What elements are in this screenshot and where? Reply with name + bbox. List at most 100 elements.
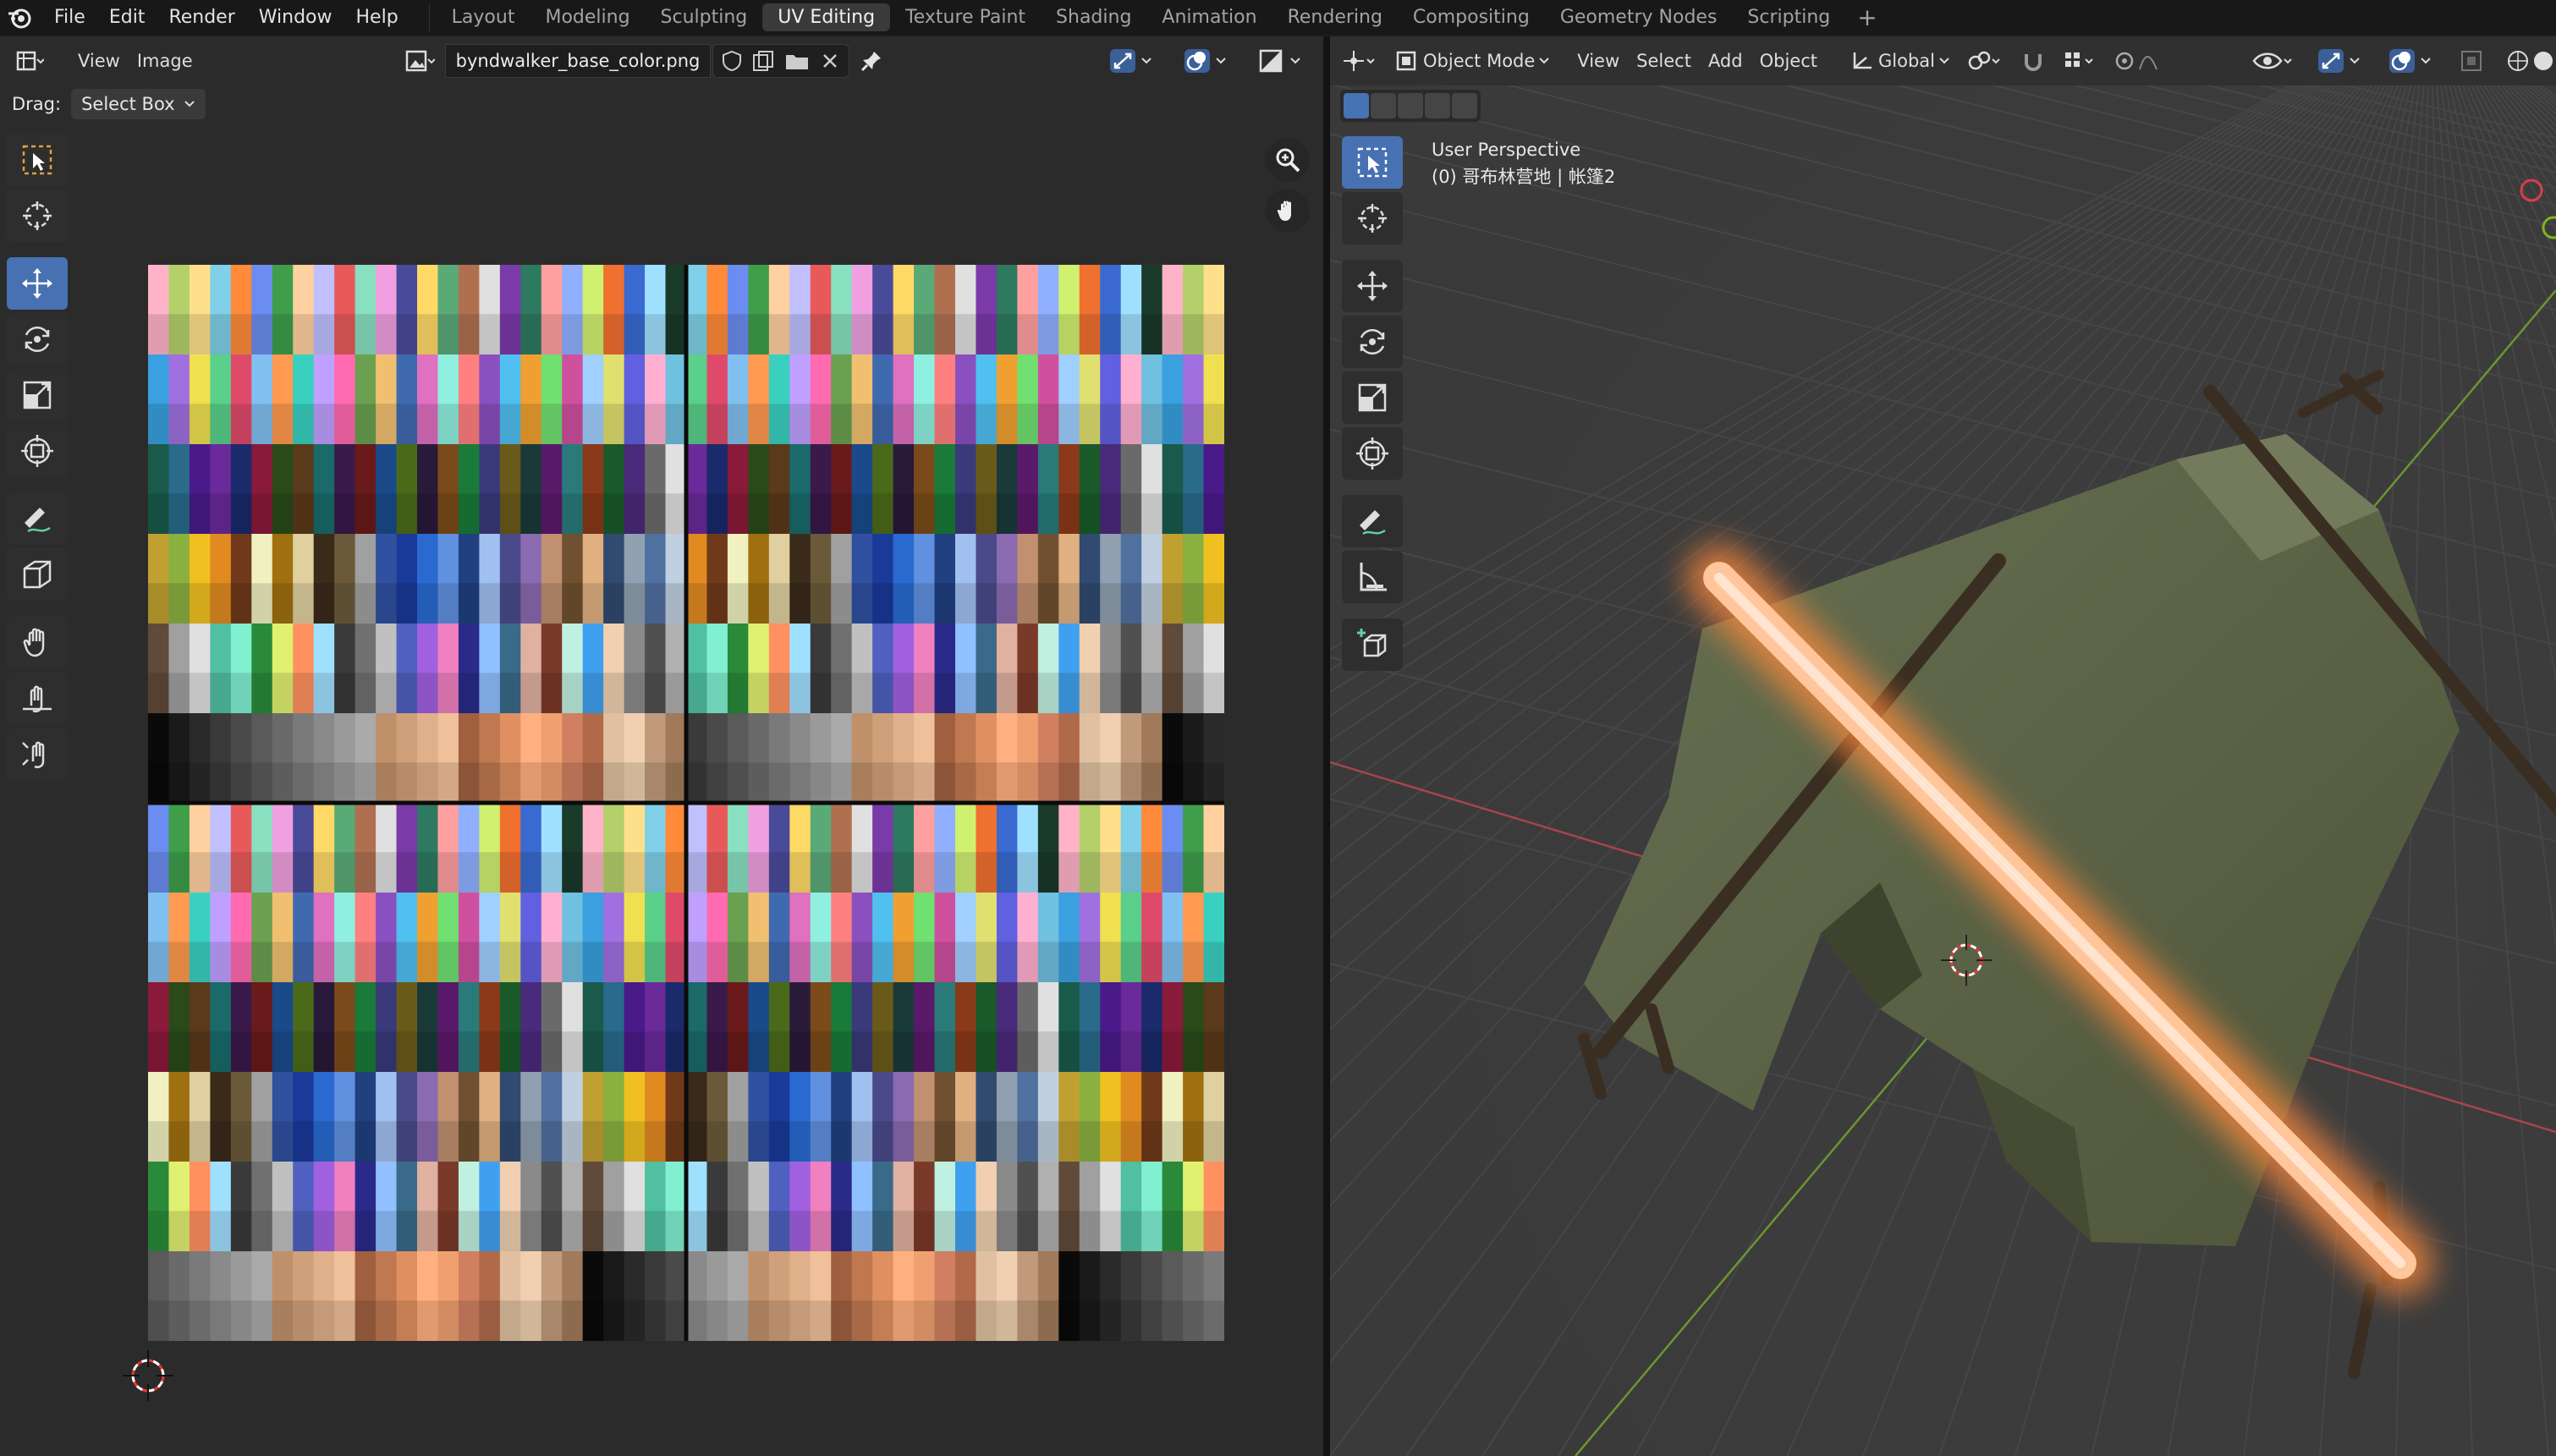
snap-target-dropdown[interactable] — [2053, 44, 2106, 78]
tool-select-box[interactable] — [1342, 136, 1403, 189]
tab-geometry-nodes[interactable]: Geometry Nodes — [1545, 3, 1733, 31]
tool-select-box[interactable] — [7, 134, 68, 186]
tool-annotate[interactable] — [1342, 495, 1403, 547]
tool-move[interactable] — [1342, 260, 1403, 312]
texture-image[interactable] — [148, 265, 1224, 1341]
image-name-field[interactable]: byndwalker_base_color.png — [444, 44, 712, 78]
palette-swatch-shade — [458, 673, 480, 714]
viewport-add-menu[interactable]: Add — [1700, 44, 1751, 78]
palette-swatch-shade — [376, 404, 398, 445]
tool-scale[interactable] — [1342, 371, 1403, 424]
palette-swatch-shade — [1203, 673, 1224, 714]
tab-shading[interactable]: Shading — [1041, 3, 1146, 31]
snap-toggle[interactable] — [2013, 44, 2053, 78]
palette-swatch-shade — [1183, 1031, 1205, 1073]
tool-pinch[interactable] — [7, 728, 68, 780]
tab-modeling[interactable]: Modeling — [530, 3, 645, 31]
palette-swatch-shade — [768, 762, 790, 804]
palette-swatch-shade — [520, 583, 542, 624]
view-menu[interactable]: View — [69, 44, 129, 78]
overlays-button[interactable] — [1174, 44, 1240, 78]
viewport-select-menu[interactable]: Select — [1628, 44, 1700, 78]
tab-scripting[interactable]: Scripting — [1732, 3, 1845, 31]
visibility-dropdown[interactable] — [2244, 44, 2303, 78]
select-new-icon[interactable] — [1344, 93, 1369, 118]
palette-swatch-shade — [706, 852, 728, 893]
transform-icon — [21, 435, 53, 467]
palette-swatch-shade — [334, 404, 356, 445]
tool-annotate[interactable] — [7, 492, 68, 545]
pivot-icon — [1968, 51, 2000, 70]
palette-swatch-shade — [872, 1121, 894, 1162]
tool-transform[interactable] — [1342, 427, 1403, 480]
select-intersect-icon[interactable] — [1452, 93, 1477, 118]
viewport-view-menu[interactable]: View — [1569, 44, 1628, 78]
palette-swatch-shade — [789, 762, 811, 804]
tab-uv-editing[interactable]: UV Editing — [762, 3, 891, 31]
tool-move[interactable] — [7, 257, 68, 310]
gizmos-toggle[interactable] — [2308, 44, 2374, 78]
tool-cursor[interactable] — [1342, 192, 1403, 244]
drag-dropdown[interactable]: Select Box — [71, 89, 206, 119]
overlays-toggle[interactable] — [2379, 44, 2445, 78]
tool-rip-region[interactable] — [7, 548, 68, 601]
menu-file[interactable]: File — [42, 0, 97, 35]
editor-type-button[interactable] — [1335, 44, 1386, 78]
tab-compositing[interactable]: Compositing — [1398, 3, 1545, 31]
tool-rotate[interactable] — [7, 313, 68, 365]
add-workspace-button[interactable]: + — [1845, 3, 1888, 31]
palette-swatch-shade — [541, 762, 563, 804]
palette-swatch-shade — [851, 1031, 873, 1073]
uv-sync-button[interactable] — [1100, 44, 1166, 78]
proportional-edit-toggle[interactable] — [2106, 44, 2174, 78]
palette-swatch-shade — [168, 1300, 190, 1341]
tool-grab[interactable] — [7, 616, 68, 668]
tool-scale[interactable] — [7, 369, 68, 421]
image-menu[interactable]: Image — [129, 44, 201, 78]
shading-modes[interactable] — [2498, 44, 2556, 78]
duplicate-icon[interactable] — [752, 50, 774, 72]
palette-swatch-shade — [541, 1121, 563, 1162]
open-folder-icon[interactable] — [784, 50, 810, 72]
tab-texture-paint[interactable]: Texture Paint — [890, 3, 1041, 31]
select-difference-icon[interactable] — [1425, 93, 1450, 118]
pan-button[interactable] — [1266, 189, 1310, 233]
palette-swatch-shade — [686, 314, 708, 355]
viewport-object-menu[interactable]: Object — [1751, 44, 1826, 78]
blender-logo-icon[interactable] — [5, 3, 34, 32]
menu-help[interactable]: Help — [344, 0, 410, 35]
tool-measure[interactable] — [1342, 551, 1403, 603]
tool-cursor[interactable] — [7, 190, 68, 242]
tool-relax[interactable] — [7, 672, 68, 724]
select-subtract-icon[interactable] — [1398, 93, 1423, 118]
editor-type-button[interactable] — [7, 44, 52, 78]
tab-animation[interactable]: Animation — [1146, 3, 1272, 31]
zoom-button[interactable] — [1266, 138, 1310, 182]
orientation-dropdown[interactable]: Global — [1841, 44, 1959, 78]
menu-render[interactable]: Render — [157, 0, 246, 35]
display-channels-button[interactable] — [1249, 44, 1315, 78]
palette-swatch-shade — [934, 493, 956, 535]
mode-dropdown[interactable]: Object Mode — [1386, 44, 1558, 78]
3d-viewport[interactable]: Object Mode View Select Add Object Globa… — [1330, 36, 2556, 1456]
tab-layout[interactable]: Layout — [437, 3, 530, 31]
2d-cursor-icon[interactable] — [118, 1346, 178, 1405]
tool-transform[interactable] — [7, 425, 68, 477]
pin-button[interactable] — [851, 44, 892, 78]
palette-swatch-shade — [1183, 314, 1205, 355]
menu-window[interactable]: Window — [247, 0, 344, 35]
palette-swatch-shade — [1141, 404, 1163, 445]
xray-toggle[interactable] — [2450, 44, 2493, 78]
menu-edit[interactable]: Edit — [97, 0, 157, 35]
tool-rotate[interactable] — [1342, 316, 1403, 368]
palette-swatch-shade — [1079, 673, 1101, 714]
tab-rendering[interactable]: Rendering — [1273, 3, 1398, 31]
fake-user-icon[interactable] — [722, 50, 742, 72]
area-divider[interactable] — [1323, 36, 1330, 1456]
tab-sculpting[interactable]: Sculpting — [646, 3, 763, 31]
tool-add-cube[interactable] — [1342, 618, 1403, 671]
select-extend-icon[interactable] — [1371, 93, 1396, 118]
unlink-icon[interactable] — [820, 51, 840, 71]
pivot-dropdown[interactable] — [1959, 44, 2013, 78]
image-browse-button[interactable] — [396, 44, 443, 78]
